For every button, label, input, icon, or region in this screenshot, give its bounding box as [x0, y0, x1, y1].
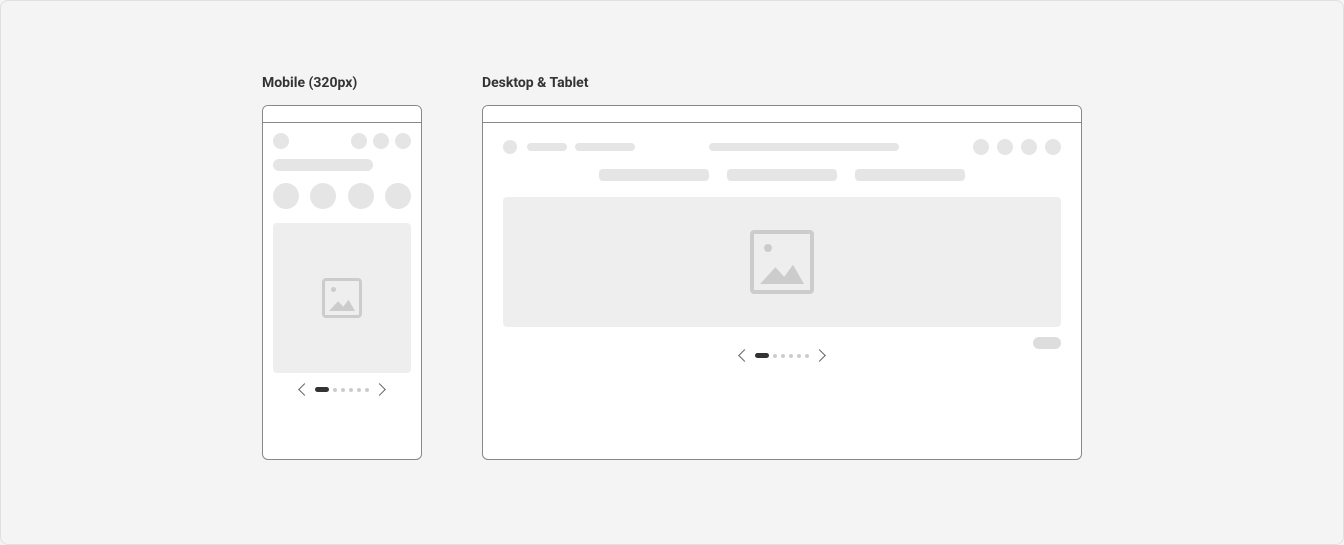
pager-dot[interactable]: [773, 354, 777, 358]
pager-dot[interactable]: [797, 354, 801, 358]
pager-dot-active[interactable]: [755, 353, 769, 358]
mobile-body: [263, 123, 421, 404]
nav-item-placeholder: [527, 143, 567, 151]
chevron-right-icon[interactable]: [373, 383, 386, 396]
mobile-pager-row: [273, 385, 411, 394]
desktop-column: Desktop & Tablet: [482, 75, 1082, 460]
header-icon-placeholder: [997, 139, 1013, 155]
pager-dot[interactable]: [365, 388, 369, 392]
desktop-titlebar: [483, 106, 1081, 123]
cta-button-placeholder: [1033, 337, 1061, 349]
desktop-body: [483, 123, 1081, 376]
chevron-left-icon[interactable]: [738, 349, 751, 362]
category-placeholder: [310, 183, 336, 209]
search-placeholder: [709, 143, 899, 151]
desktop-pager-row: [503, 339, 1061, 360]
desktop-header-row: [503, 139, 1061, 155]
nav-item-placeholder: [575, 143, 635, 151]
pager-dot[interactable]: [781, 354, 785, 358]
desktop-hero-image: [503, 197, 1061, 327]
subnav-item-placeholder: [599, 169, 709, 181]
wireframe-stage: Mobile (320px): [1, 75, 1343, 460]
header-icon-placeholder: [973, 139, 989, 155]
image-placeholder-icon: [750, 230, 814, 294]
mobile-header-icons: [351, 133, 411, 149]
subnav-item-placeholder: [727, 169, 837, 181]
header-icon-placeholder: [351, 133, 367, 149]
image-placeholder-icon: [322, 278, 362, 318]
header-icon-placeholder: [1021, 139, 1037, 155]
header-icon-placeholder: [373, 133, 389, 149]
pager-dot[interactable]: [789, 354, 793, 358]
carousel-pager: [273, 385, 411, 394]
category-placeholder: [348, 183, 374, 209]
mobile-header-row: [273, 133, 411, 149]
subnav-item-placeholder: [855, 169, 965, 181]
pager-dots: [315, 387, 369, 392]
header-icon-placeholder: [1045, 139, 1061, 155]
mobile-hero-image: [273, 223, 411, 373]
avatar-placeholder: [273, 133, 289, 149]
desktop-frame: [482, 105, 1082, 460]
chevron-right-icon[interactable]: [813, 349, 826, 362]
category-placeholder: [273, 183, 299, 209]
pager-dot[interactable]: [333, 388, 337, 392]
pager-dot[interactable]: [349, 388, 353, 392]
secondary-nav-row: [503, 169, 1061, 181]
mobile-titlebar: [263, 106, 421, 123]
mobile-column: Mobile (320px): [262, 75, 422, 460]
pager-dot[interactable]: [341, 388, 345, 392]
primary-nav-placeholder: [527, 143, 635, 151]
mobile-frame: [262, 105, 422, 460]
pager-dot[interactable]: [357, 388, 361, 392]
pager-dot-active[interactable]: [315, 387, 329, 392]
mobile-category-row: [273, 183, 411, 209]
chevron-left-icon[interactable]: [298, 383, 311, 396]
desktop-label: Desktop & Tablet: [482, 75, 1082, 91]
header-icon-placeholder: [395, 133, 411, 149]
pager-dot[interactable]: [805, 354, 809, 358]
carousel-pager: [740, 351, 824, 360]
category-placeholder: [385, 183, 411, 209]
logo-placeholder: [503, 140, 517, 154]
mobile-label: Mobile (320px): [262, 75, 422, 91]
pager-dots: [755, 353, 809, 358]
header-icons: [973, 139, 1061, 155]
search-placeholder: [273, 159, 373, 171]
